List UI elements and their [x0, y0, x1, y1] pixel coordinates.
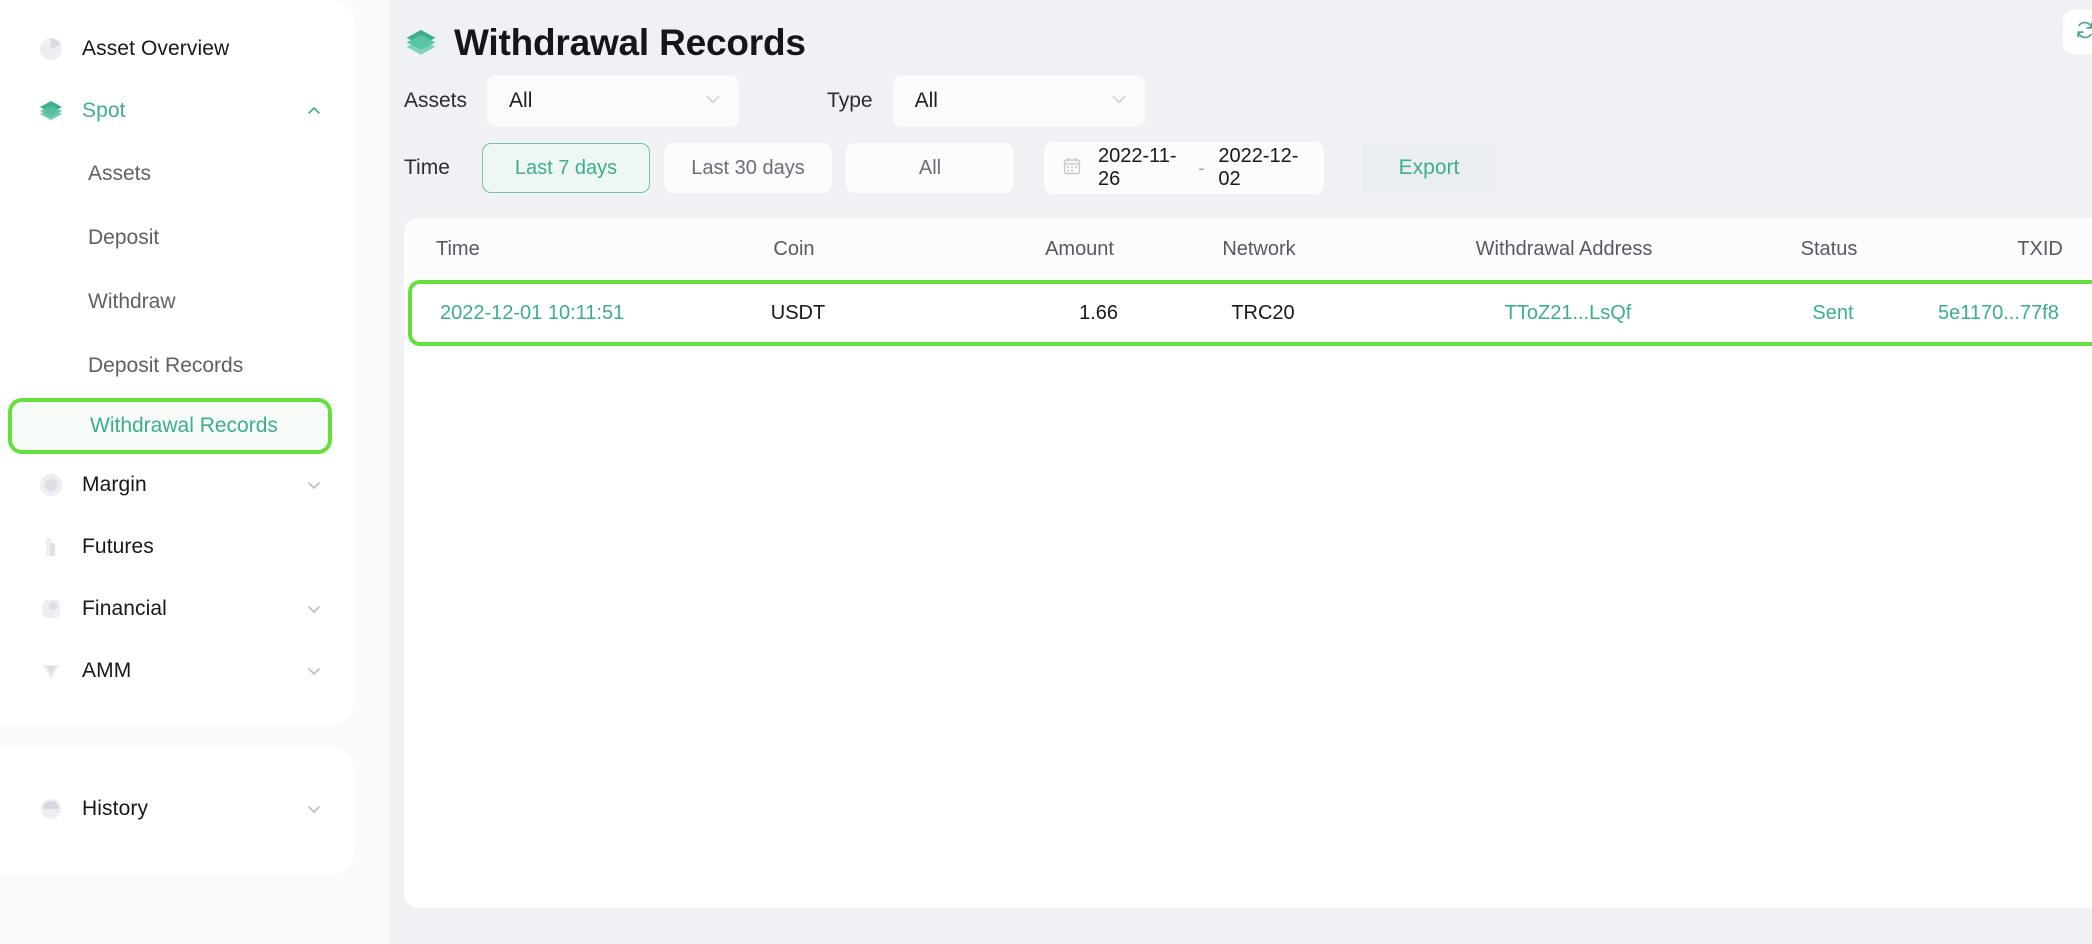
chevron-down-icon	[1109, 89, 1129, 114]
sidebar-subitem-label: Deposit Records	[88, 354, 244, 377]
sidebar-item-history[interactable]: History	[0, 778, 354, 840]
cell-coin: USDT	[770, 301, 826, 324]
sidebar-subitem-withdraw[interactable]: Withdraw	[0, 270, 354, 334]
time-filter-label: Time	[404, 156, 450, 179]
cell-txid[interactable]: 5e1170...77f8	[1938, 302, 2091, 325]
type-select-value: All	[914, 89, 938, 112]
app-root: Asset Overview Spot Assets Deposit Withd…	[0, 0, 2092, 944]
time-range-last-7-days[interactable]: Last 7 days	[482, 143, 650, 193]
assets-filter-label: Assets	[404, 89, 468, 112]
withdrawal-records-table: Time Coin Amount Network Withdrawal Addr…	[404, 218, 2092, 908]
pie-chart-icon	[38, 36, 64, 62]
sidebar-item-label: History	[82, 797, 149, 820]
chevron-down-icon[interactable]	[304, 599, 324, 619]
amm-icon	[38, 658, 64, 684]
column-header-network: Network	[1222, 237, 1296, 260]
time-range-label: Last 30 days	[691, 156, 805, 179]
sidebar-item-label: AMM	[82, 659, 132, 682]
chevron-up-icon[interactable]	[304, 101, 324, 121]
assets-select-value: All	[509, 89, 533, 112]
sidebar-subitem-label: Deposit	[88, 226, 160, 249]
sidebar-primary-card: Asset Overview Spot Assets Deposit Withd…	[0, 0, 354, 724]
table-body: 2022-12-01 10:11:51 USDT 1.66 TRC20 TToZ…	[404, 280, 2092, 908]
table-row[interactable]: 2022-12-01 10:11:51 USDT 1.66 TRC20 TToZ…	[408, 280, 2092, 346]
sidebar-subitem-deposit[interactable]: Deposit	[0, 206, 354, 270]
type-select[interactable]: All	[892, 75, 1145, 127]
cell-time: 2022-12-01 10:11:51	[440, 301, 625, 324]
sidebar-subitem-label: Assets	[88, 162, 152, 185]
layers-icon	[404, 26, 438, 60]
time-range-last-30-days[interactable]: Last 30 days	[664, 143, 832, 193]
time-range-label: Last 7 days	[514, 156, 618, 179]
column-header-status: Status	[1800, 237, 1858, 260]
sidebar-item-label: Margin	[82, 473, 147, 496]
column-header-amount: Amount	[1045, 237, 1114, 260]
table-header-row: Time Coin Amount Network Withdrawal Addr…	[404, 218, 2092, 280]
refresh-button[interactable]	[2062, 10, 2092, 54]
history-icon	[38, 796, 64, 822]
column-header-txid: TXID	[2017, 237, 2063, 260]
sidebar-secondary-card: History	[0, 748, 354, 874]
page-header: Withdrawal Records	[390, 0, 2092, 70]
calendar-icon	[1062, 156, 1082, 181]
main-content: Withdrawal Records Assets All Type All T…	[390, 0, 2092, 944]
sidebar-item-amm[interactable]: AMM	[0, 640, 354, 702]
sidebar: Asset Overview Spot Assets Deposit Withd…	[0, 0, 390, 944]
date-range-separator: -	[1198, 157, 1205, 178]
date-to-value: 2022-12-02	[1218, 145, 1299, 190]
export-button[interactable]: Export	[1362, 143, 1496, 193]
export-button-label: Export	[1398, 156, 1460, 179]
sidebar-item-financial[interactable]: Financial	[0, 578, 354, 640]
margin-icon	[38, 472, 64, 498]
refresh-icon	[2073, 18, 2092, 47]
filter-row-time: Time Last 7 days Last 30 days All 2022-1…	[390, 132, 2092, 204]
chevron-down-icon[interactable]	[304, 475, 324, 495]
chevron-down-icon	[703, 89, 723, 114]
futures-icon	[38, 534, 64, 560]
page-title: Withdrawal Records	[454, 22, 806, 63]
sidebar-subitem-withdrawal-records[interactable]: Withdrawal Records	[8, 398, 332, 454]
time-range-all[interactable]: All	[846, 143, 1014, 193]
cell-status: Sent	[1812, 301, 1854, 324]
sidebar-subitem-deposit-records[interactable]: Deposit Records	[0, 334, 354, 398]
filter-row-assets-type: Assets All Type All	[390, 70, 2092, 132]
sidebar-item-futures[interactable]: Futures	[0, 516, 354, 578]
column-header-withdrawal-address: Withdrawal Address	[1475, 237, 1653, 260]
type-filter-label: Type	[827, 89, 873, 112]
sidebar-subitem-assets[interactable]: Assets	[0, 142, 354, 206]
cell-network: TRC20	[1231, 301, 1295, 324]
date-range-picker[interactable]: 2022-11-26 - 2022-12-02	[1044, 142, 1324, 194]
cell-amount: 1.66	[1079, 301, 1118, 324]
sidebar-item-margin[interactable]: Margin	[0, 454, 354, 516]
sidebar-item-spot[interactable]: Spot	[0, 80, 354, 142]
sidebar-subitem-label: Withdrawal Records	[90, 414, 278, 437]
chevron-down-icon[interactable]	[304, 661, 324, 681]
sidebar-item-label: Futures	[82, 535, 154, 558]
sidebar-item-label: Financial	[82, 597, 167, 620]
time-range-label: All	[918, 156, 942, 179]
sidebar-item-asset-overview[interactable]: Asset Overview	[0, 18, 354, 80]
date-from-value: 2022-11-26	[1098, 145, 1177, 190]
sidebar-item-label: Asset Overview	[82, 37, 230, 60]
column-header-coin: Coin	[773, 237, 815, 260]
column-header-time: Time	[436, 237, 480, 260]
cell-withdrawal-address[interactable]: TToZ21...LsQf	[1408, 302, 1728, 325]
chevron-down-icon[interactable]	[304, 799, 324, 819]
sidebar-subitem-label: Withdraw	[88, 290, 176, 313]
sidebar-item-label: Spot	[82, 99, 126, 122]
financial-icon	[38, 596, 64, 622]
assets-select[interactable]: All	[487, 75, 740, 127]
layers-icon	[38, 98, 64, 124]
